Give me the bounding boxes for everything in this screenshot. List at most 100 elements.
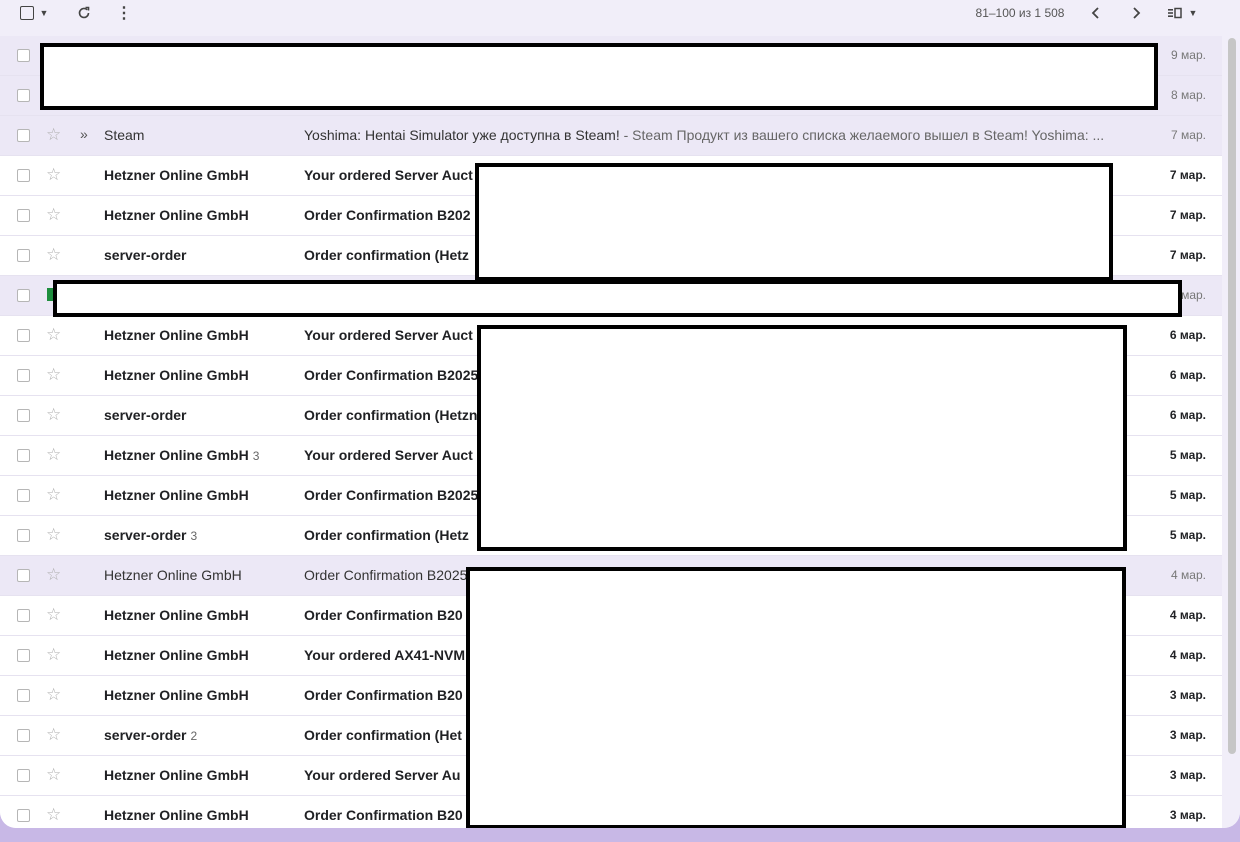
subject-text: Your ordered Server Auct: [304, 167, 473, 183]
email-date: 9 мар.: [1171, 48, 1206, 62]
star-icon[interactable]: ☆: [46, 685, 61, 705]
email-sender: Hetzner Online GmbH: [104, 687, 249, 703]
email-date: мар.: [1181, 288, 1206, 302]
email-sender: Hetzner Online GmbH: [104, 167, 249, 183]
email-date: 4 мар.: [1171, 568, 1206, 582]
row-checkbox[interactable]: [17, 529, 30, 542]
more-button[interactable]: ⋮: [112, 0, 136, 26]
sender-name: Steam: [104, 127, 145, 143]
subject-text: Your ordered Server Auct: [304, 327, 473, 343]
next-page-button[interactable]: [1124, 0, 1148, 26]
star-icon[interactable]: ☆: [46, 765, 61, 785]
row-checkbox[interactable]: [17, 649, 30, 662]
star-icon[interactable]: ☆: [46, 525, 61, 545]
row-checkbox[interactable]: [17, 449, 30, 462]
sender-name: server-order: [104, 247, 187, 263]
row-checkbox[interactable]: [17, 169, 30, 182]
subject-text: Order Confirmation B2025: [304, 487, 479, 503]
sender-name: Hetzner Online GmbH: [104, 207, 249, 223]
row-checkbox[interactable]: [17, 369, 30, 382]
email-sender: Hetzner Online GmbH: [104, 567, 242, 583]
redaction-box: [53, 280, 1182, 317]
email-row[interactable]: ☆ » Steam Yoshima: Hentai Simulator уже дос…: [0, 116, 1222, 156]
email-date: 3 мар.: [1169, 728, 1206, 742]
email-sender: Hetzner Online GmbH 3: [104, 447, 259, 463]
subject-text: Order Confirmation B20: [304, 687, 463, 703]
email-sender: Hetzner Online GmbH: [104, 607, 249, 623]
sender-name: server-order: [104, 407, 187, 423]
email-sender: Steam: [104, 127, 144, 143]
star-icon[interactable]: ☆: [46, 365, 61, 385]
email-sender: Hetzner Online GmbH: [104, 487, 249, 503]
star-icon[interactable]: ☆: [46, 725, 61, 745]
row-checkbox[interactable]: [17, 89, 30, 102]
star-icon[interactable]: ☆: [46, 165, 61, 185]
email-date: 6 мар.: [1169, 328, 1206, 342]
split-pane-toggle[interactable]: ▼: [1162, 0, 1202, 26]
row-checkbox[interactable]: [17, 409, 30, 422]
star-icon[interactable]: ☆: [46, 125, 61, 145]
chevron-right-icon: [1133, 7, 1141, 19]
star-icon[interactable]: ☆: [46, 605, 61, 625]
sender-name: Hetzner Online GmbH: [104, 367, 249, 383]
refresh-button[interactable]: [72, 0, 96, 26]
email-date: 3 мар.: [1169, 808, 1206, 822]
row-checkbox[interactable]: [17, 329, 30, 342]
subject-text: Order Confirmation B20: [304, 607, 463, 623]
row-checkbox[interactable]: [17, 609, 30, 622]
subject-text: Yoshima: Hentai Simulator уже доступна в…: [304, 127, 620, 143]
star-icon[interactable]: ☆: [46, 245, 61, 265]
email-date: 5 мар.: [1169, 528, 1206, 542]
subject-text: Order Confirmation B202: [304, 207, 471, 223]
thread-count: 2: [190, 729, 198, 743]
sender-name: Hetzner Online GmbH: [104, 807, 249, 823]
sender-name: server-order: [104, 527, 187, 543]
star-icon[interactable]: ☆: [46, 565, 61, 585]
email-date: 5 мар.: [1169, 488, 1206, 502]
subject-text: Order confirmation (Hetz: [304, 247, 469, 263]
row-checkbox[interactable]: [17, 249, 30, 262]
row-checkbox[interactable]: [17, 289, 30, 302]
select-all-button[interactable]: ▼: [14, 0, 54, 26]
email-date: 7 мар.: [1169, 168, 1206, 182]
chevron-left-icon: [1091, 7, 1099, 19]
email-sender: Hetzner Online GmbH: [104, 767, 249, 783]
important-marker-icon[interactable]: »: [80, 126, 88, 142]
caret-down-icon: ▼: [39, 8, 49, 18]
pager-label: 81–100 из 1 508: [975, 6, 1065, 20]
email-date: 4 мар.: [1169, 648, 1206, 662]
subject-text: Order Confirmation B2025: [304, 567, 468, 583]
row-checkbox[interactable]: [17, 49, 30, 62]
row-checkbox[interactable]: [17, 489, 30, 502]
email-date: 7 мар.: [1169, 248, 1206, 262]
star-icon[interactable]: ☆: [46, 405, 61, 425]
redaction-box: [477, 325, 1127, 551]
email-date: 6 мар.: [1169, 408, 1206, 422]
row-checkbox[interactable]: [17, 769, 30, 782]
sender-name: Hetzner Online GmbH: [104, 327, 249, 343]
star-icon[interactable]: ☆: [46, 325, 61, 345]
row-checkbox[interactable]: [17, 809, 30, 822]
star-icon[interactable]: ☆: [46, 485, 61, 505]
email-sender: server-order: [104, 247, 187, 263]
thread-count: 3: [252, 449, 260, 463]
row-checkbox[interactable]: [17, 689, 30, 702]
email-subject: Yoshima: Hentai Simulator уже доступна в…: [304, 127, 1114, 143]
sender-name: Hetzner Online GmbH: [104, 487, 249, 503]
row-checkbox[interactable]: [17, 209, 30, 222]
email-sender: server-order 3: [104, 527, 197, 543]
row-checkbox[interactable]: [17, 129, 30, 142]
star-icon[interactable]: ☆: [46, 445, 61, 465]
row-checkbox[interactable]: [17, 569, 30, 582]
email-sender: Hetzner Online GmbH: [104, 367, 249, 383]
thread-count: 3: [190, 529, 198, 543]
email-date: 6 мар.: [1169, 368, 1206, 382]
star-icon[interactable]: ☆: [46, 645, 61, 665]
scrollbar-thumb[interactable]: [1228, 38, 1236, 754]
email-sender: Hetzner Online GmbH: [104, 807, 249, 823]
prev-page-button[interactable]: [1084, 0, 1108, 26]
subject-text: Your ordered Server Au: [304, 767, 461, 783]
star-icon[interactable]: ☆: [46, 205, 61, 225]
star-icon[interactable]: ☆: [46, 805, 61, 825]
row-checkbox[interactable]: [17, 729, 30, 742]
